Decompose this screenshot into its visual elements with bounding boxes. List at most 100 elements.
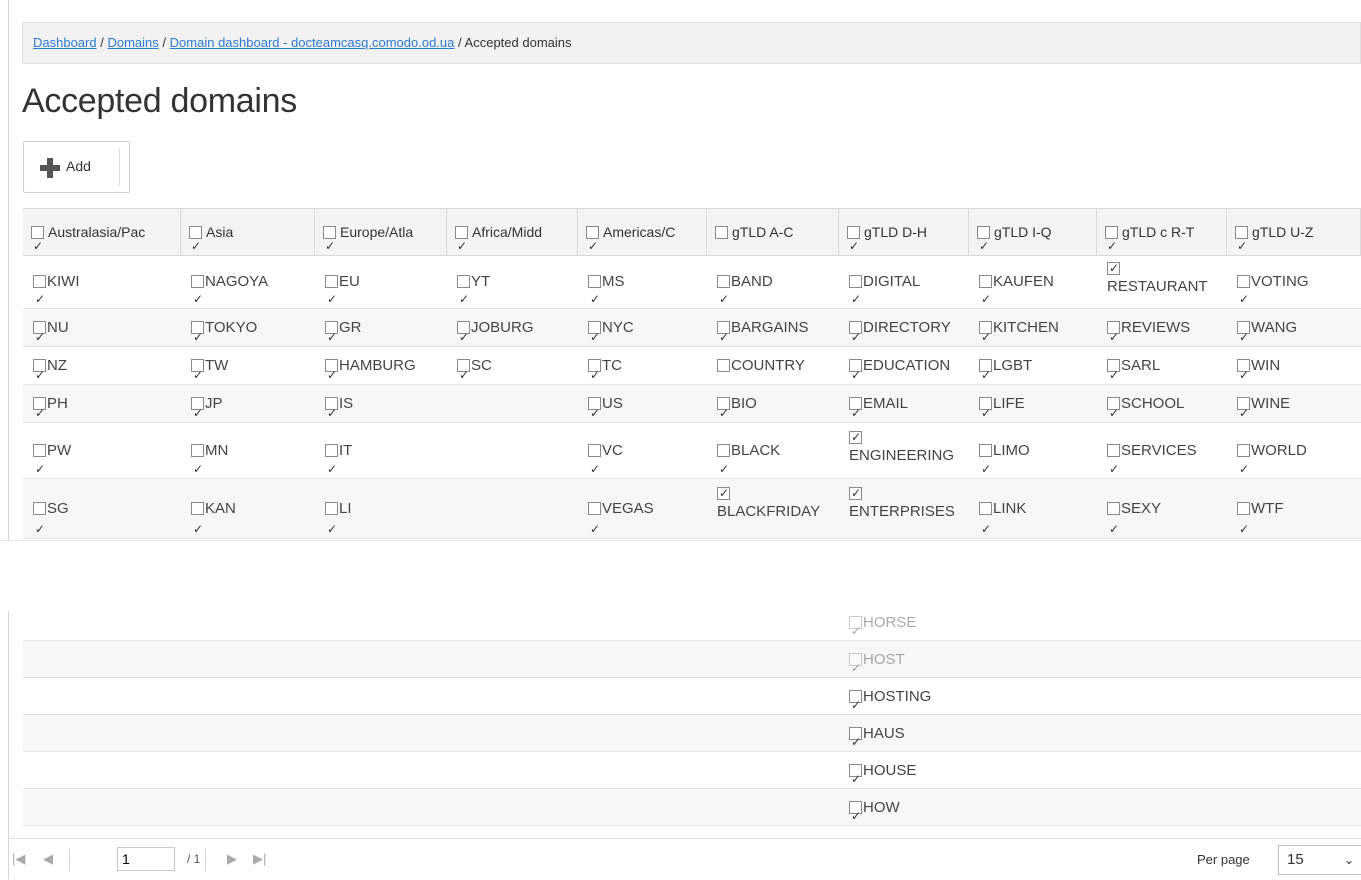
domain-label: HAMBURG [339, 357, 416, 374]
domain-checkbox[interactable] [849, 428, 862, 446]
column-checkbox[interactable] [586, 223, 599, 255]
domain-cell: KITCHEN [969, 309, 1097, 356]
domain-cell: WIN [1227, 347, 1361, 394]
domain-checkbox[interactable] [717, 272, 730, 327]
prev-page-icon[interactable]: ◀ [43, 851, 53, 867]
domain-label: NAGOYA [205, 273, 269, 290]
domain-checkbox[interactable] [33, 318, 46, 356]
domain-checkbox[interactable] [1237, 499, 1250, 559]
domain-checkbox[interactable] [325, 499, 338, 559]
domain-checkbox[interactable] [849, 798, 862, 835]
breadcrumb-domains[interactable]: Domains [107, 35, 158, 50]
domain-checkbox[interactable] [979, 394, 992, 432]
column-checkbox[interactable] [189, 223, 202, 255]
domain-checkbox[interactable] [979, 356, 992, 394]
domain-checkbox[interactable] [1237, 272, 1250, 327]
domain-checkbox[interactable] [33, 394, 46, 432]
domain-checkbox[interactable] [191, 318, 204, 356]
domain-checkbox[interactable] [849, 272, 862, 327]
domain-checkbox[interactable] [588, 272, 601, 327]
domain-cell: HOST [839, 641, 969, 687]
domain-cell: IS [315, 385, 447, 432]
domain-checkbox[interactable] [979, 499, 992, 559]
domain-cell: SEXY [1097, 479, 1227, 559]
domain-checkbox[interactable] [325, 356, 338, 394]
domain-checkbox[interactable] [191, 394, 204, 432]
domain-checkbox[interactable] [1107, 356, 1120, 394]
last-page-icon[interactable]: ▶| [253, 851, 266, 867]
next-page-icon[interactable]: ▶ [227, 851, 237, 867]
domain-checkbox[interactable] [849, 484, 862, 502]
breadcrumb-dashboard[interactable]: Dashboard [33, 35, 97, 50]
per-page-label: Per page [1197, 852, 1250, 867]
domain-cell: DIGITAL [839, 254, 969, 327]
domain-checkbox[interactable] [457, 356, 470, 394]
domain-checkbox[interactable] [979, 272, 992, 327]
domain-cell: IT [315, 423, 447, 497]
domain-cell: LGBT [969, 347, 1097, 394]
domain-checkbox[interactable] [849, 761, 862, 798]
domain-checkbox[interactable] [849, 724, 862, 761]
domain-label: REVIEWS [1121, 319, 1191, 336]
domain-checkbox[interactable] [979, 441, 992, 497]
domain-checkbox[interactable] [588, 356, 601, 394]
column-checkbox[interactable] [455, 223, 468, 255]
domain-label: WORLD [1251, 442, 1307, 459]
domain-checkbox[interactable] [1107, 441, 1120, 497]
domain-checkbox[interactable] [191, 272, 204, 327]
breadcrumb-domain-dashboard[interactable]: Domain dashboard - docteamcasq.comodo.od… [170, 35, 455, 50]
domain-checkbox[interactable] [33, 356, 46, 394]
domain-checkbox[interactable] [1107, 499, 1120, 559]
domain-checkbox[interactable] [979, 318, 992, 356]
domain-checkbox[interactable] [717, 484, 730, 502]
domain-checkbox[interactable] [1237, 356, 1250, 394]
domain-checkbox[interactable] [1237, 441, 1250, 497]
column-checkbox[interactable] [1105, 223, 1118, 255]
domain-checkbox[interactable] [33, 499, 46, 559]
add-button[interactable]: Add [23, 141, 130, 193]
column-header-label: gTLD D-H [864, 224, 928, 240]
domain-cell: PH [23, 385, 181, 432]
domain-checkbox[interactable] [849, 394, 862, 432]
domain-checkbox[interactable] [849, 650, 862, 687]
domain-checkbox[interactable] [457, 318, 470, 356]
domain-checkbox[interactable] [1237, 394, 1250, 432]
domain-checkbox[interactable] [849, 613, 862, 650]
domain-checkbox[interactable] [191, 356, 204, 394]
column-checkbox[interactable] [323, 223, 336, 255]
domain-checkbox[interactable] [588, 394, 601, 432]
domain-checkbox[interactable] [325, 318, 338, 356]
column-checkbox[interactable] [31, 223, 44, 255]
domain-checkbox[interactable] [325, 272, 338, 327]
domain-checkbox[interactable] [717, 359, 730, 372]
first-page-icon[interactable]: |◀ [12, 851, 25, 867]
column-checkbox[interactable] [1235, 223, 1248, 255]
per-page-select[interactable]: 15 ⌄ [1278, 845, 1361, 875]
domain-checkbox[interactable] [717, 394, 730, 432]
domain-checkbox[interactable] [717, 318, 730, 356]
domain-checkbox[interactable] [325, 441, 338, 497]
domain-label: MN [205, 442, 229, 459]
domain-checkbox[interactable] [191, 441, 204, 497]
domain-checkbox[interactable] [717, 441, 730, 497]
domain-checkbox[interactable] [849, 318, 862, 356]
domain-checkbox[interactable] [457, 272, 470, 327]
domain-checkbox[interactable] [588, 441, 601, 497]
domain-checkbox[interactable] [325, 394, 338, 432]
column-checkbox[interactable] [847, 223, 860, 255]
domain-checkbox[interactable] [588, 499, 601, 559]
domain-checkbox[interactable] [1107, 394, 1120, 432]
domain-checkbox[interactable] [33, 441, 46, 497]
domain-checkbox[interactable] [588, 318, 601, 356]
domain-checkbox[interactable] [849, 356, 862, 394]
domain-checkbox[interactable] [1237, 318, 1250, 356]
domain-checkbox[interactable] [33, 272, 46, 327]
page-number-input[interactable] [117, 847, 175, 871]
column-checkbox[interactable] [715, 226, 728, 239]
column-checkbox[interactable] [977, 223, 990, 255]
domain-checkbox[interactable] [1107, 259, 1120, 277]
domain-checkbox[interactable] [191, 499, 204, 559]
domain-checkbox[interactable] [1107, 318, 1120, 356]
breadcrumb-separator: / [458, 35, 462, 50]
domain-checkbox[interactable] [849, 687, 862, 724]
